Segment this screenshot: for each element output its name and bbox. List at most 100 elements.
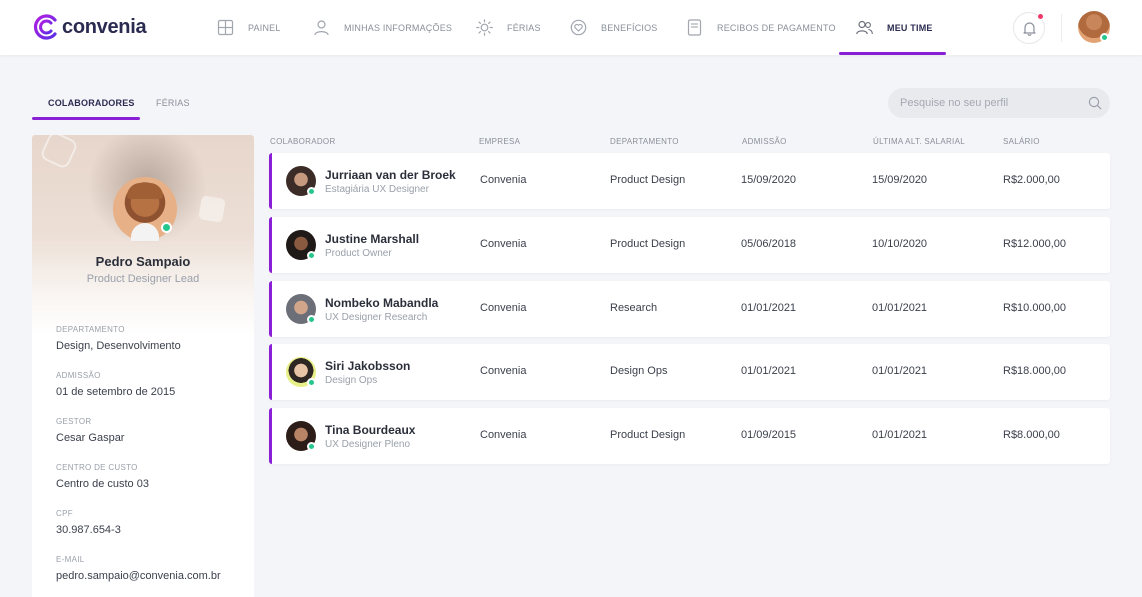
search-input[interactable]: [888, 88, 1110, 118]
nav-label: FÉRIAS: [507, 22, 541, 33]
nav-item-ferias[interactable]: FÉRIAS: [476, 0, 541, 55]
grid-icon: [217, 19, 234, 36]
field-label: CPF: [56, 509, 73, 518]
cell-salario: R$2.000,00: [1003, 174, 1060, 186]
online-status-dot: [307, 187, 316, 196]
notification-badge: [1037, 13, 1044, 20]
nav-item-meu-time[interactable]: MEU TIME: [856, 0, 933, 55]
cell-salario: R$8.000,00: [1003, 429, 1060, 441]
cell-admissao: 01/01/2021: [741, 302, 797, 314]
nav-label: BENEFÍCIOS: [601, 22, 658, 33]
profile-card: Pedro Sampaio Product Designer Lead DEPA…: [32, 135, 254, 597]
online-status-dot: [307, 251, 316, 260]
employee-name: Justine Marshall: [325, 232, 420, 246]
field-value: Centro de custo 03: [56, 478, 149, 490]
cell-departamento: Product Design: [610, 174, 686, 186]
notifications-button[interactable]: [1013, 12, 1045, 44]
table-row[interactable]: Nombeko Mabandla UX Designer Research Co…: [269, 281, 1110, 337]
nav-item-beneficios[interactable]: BENEFÍCIOS: [570, 0, 658, 55]
employee-name: Nombeko Mabandla: [325, 296, 439, 310]
nav-label: RECIBOS DE PAGAMENTO: [717, 22, 836, 33]
profile-field-gestor: GESTOR Cesar Gaspar: [56, 417, 124, 444]
top-navigation-bar: convenia PAINEL MINHAS INFORMAÇÕES FÉRIA…: [0, 0, 1142, 55]
active-nav-indicator: [839, 52, 946, 55]
search-icon[interactable]: [1088, 96, 1102, 110]
bell-icon: [1022, 21, 1036, 36]
convenia-logo[interactable]: convenia: [31, 12, 147, 42]
nav-label: MINHAS INFORMAÇÕES: [344, 22, 453, 33]
nav-item-recibos-de-pagamento[interactable]: RECIBOS DE PAGAMENTO: [686, 0, 836, 55]
field-value: pedro.sampaio@convenia.com.br: [56, 570, 221, 582]
cell-ultima-alt-salarial: 01/01/2021: [872, 429, 928, 441]
cell-empresa: Convenia: [480, 302, 527, 314]
field-value: Design, Desenvolvimento: [56, 340, 181, 352]
header-divider: [1061, 14, 1062, 42]
employee-name: Siri Jakobsson: [325, 359, 411, 373]
employee-role: UX Designer Research: [325, 312, 428, 323]
profile-field-centro-de-custo: CENTRO DE CUSTO Centro de custo 03: [56, 463, 149, 490]
profile-field-email: E-MAIL pedro.sampaio@convenia.com.br: [56, 555, 221, 582]
nav-item-painel[interactable]: PAINEL: [217, 0, 281, 55]
cell-departamento: Product Design: [610, 429, 686, 441]
sun-icon: [476, 19, 493, 36]
cell-ultima-alt-salarial: 01/01/2021: [872, 302, 928, 314]
cell-ultima-alt-salarial: 01/01/2021: [872, 365, 928, 377]
field-label: ADMISSÃO: [56, 371, 101, 380]
cell-admissao: 15/09/2020: [741, 174, 797, 186]
table-row[interactable]: Tina Bourdeaux UX Designer Pleno Conveni…: [269, 408, 1110, 464]
employee-role: Product Owner: [325, 248, 392, 259]
profile-field-cpf: CPF 30.987.654-3: [56, 509, 121, 536]
online-status-dot: [307, 378, 316, 387]
employee-role: Design Ops: [325, 375, 378, 386]
cell-empresa: Convenia: [480, 365, 527, 377]
online-status-dot: [1100, 33, 1109, 42]
field-label: E-MAIL: [56, 555, 85, 564]
cell-salario: R$18.000,00: [1003, 365, 1066, 377]
profile-name: Pedro Sampaio: [95, 254, 191, 269]
employee-role: Estagiária UX Designer: [325, 184, 429, 195]
cell-departamento: Product Design: [610, 238, 686, 250]
profile-field-departamento: DEPARTAMENTO Design, Desenvolvimento: [56, 325, 181, 352]
receipt-icon: [686, 19, 703, 36]
tab-colaboradores[interactable]: COLABORADORES: [48, 98, 135, 108]
employee-name: Jurriaan van der Broek: [325, 168, 456, 182]
column-header-ultima-alt-salarial: ÚLTIMA ALT. SALARIAL: [873, 137, 965, 146]
user-avatar[interactable]: [1078, 11, 1110, 43]
user-icon: [313, 19, 330, 36]
nav-label: MEU TIME: [887, 22, 933, 33]
field-value: 01 de setembro de 2015: [56, 386, 176, 398]
tab-ferias[interactable]: FÉRIAS: [156, 98, 190, 108]
field-value: 30.987.654-3: [56, 524, 121, 536]
cell-admissao: 01/01/2021: [741, 365, 797, 377]
table-row[interactable]: Justine Marshall Product Owner Convenia …: [269, 217, 1110, 273]
online-status-dot: [307, 442, 316, 451]
cell-salario: R$10.000,00: [1003, 302, 1066, 314]
online-status-dot: [161, 222, 172, 233]
column-header-departamento: DEPARTAMENTO: [610, 137, 679, 146]
cell-empresa: Convenia: [480, 238, 527, 250]
cell-admissao: 05/06/2018: [741, 238, 797, 250]
convenia-logo-mark-icon: [33, 14, 57, 40]
table-row[interactable]: Jurriaan van der Broek Estagiária UX Des…: [269, 153, 1110, 209]
profile-role: Product Designer Lead: [86, 273, 200, 285]
cell-ultima-alt-salarial: 15/09/2020: [872, 174, 928, 186]
cell-ultima-alt-salarial: 10/10/2020: [872, 238, 928, 250]
column-header-empresa: EMPRESA: [479, 137, 521, 146]
team-icon: [856, 19, 873, 36]
active-tab-indicator: [32, 117, 140, 120]
cell-departamento: Research: [610, 302, 658, 314]
column-header-colaborador: COLABORADOR: [270, 137, 336, 146]
table-row[interactable]: Siri Jakobsson Design Ops Convenia Desig…: [269, 344, 1110, 400]
online-status-dot: [307, 315, 316, 324]
cell-empresa: Convenia: [480, 429, 527, 441]
nav-item-minhas-informacoes[interactable]: MINHAS INFORMAÇÕES: [313, 0, 452, 55]
field-label: GESTOR: [56, 417, 92, 426]
profile-field-admissao: ADMISSÃO 01 de setembro de 2015: [56, 371, 175, 398]
heart-icon: [570, 19, 587, 36]
cell-admissao: 01/09/2015: [741, 429, 797, 441]
convenia-logo-text: convenia: [62, 15, 147, 38]
column-header-salario: SALÁRIO: [1003, 137, 1040, 146]
employee-role: UX Designer Pleno: [325, 439, 411, 450]
cell-empresa: Convenia: [480, 174, 527, 186]
cell-salario: R$12.000,00: [1003, 238, 1066, 250]
